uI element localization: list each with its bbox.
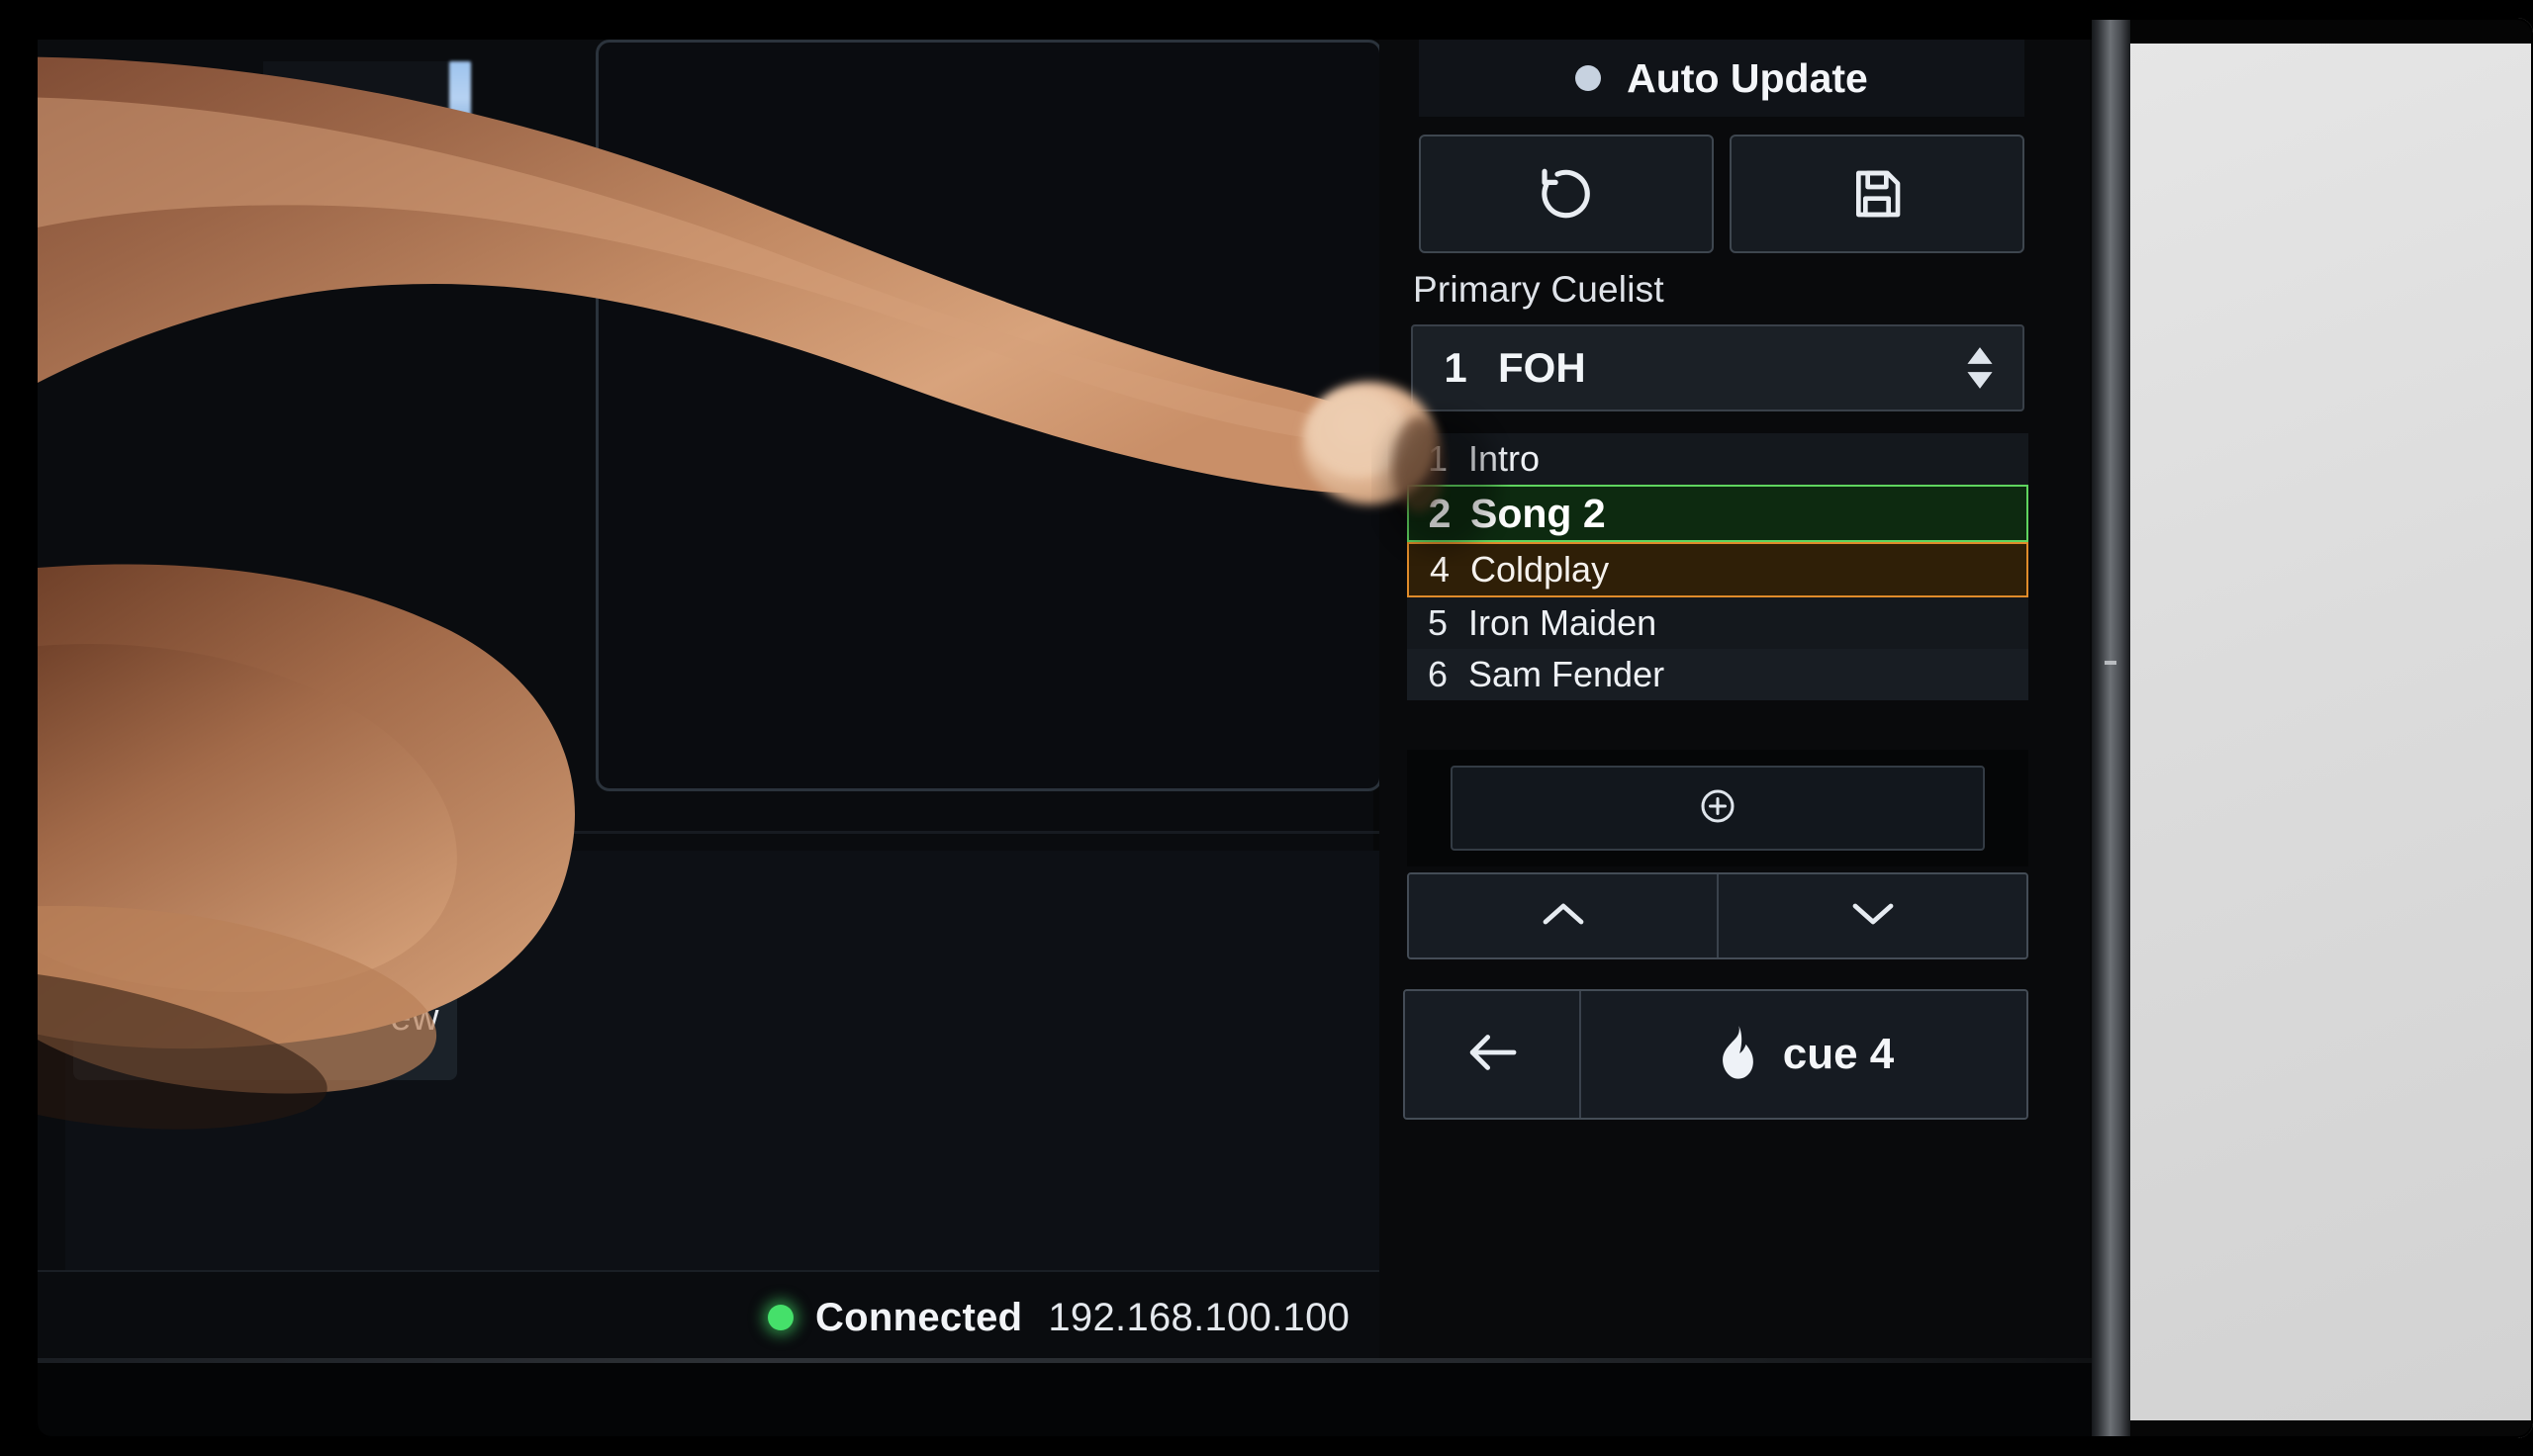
wall-top-shadow [2127,18,2533,44]
cue-number: 1 [1427,438,1449,479]
primary-cuelist-select[interactable]: 1 FOH [1411,324,2024,411]
cue-up-button[interactable] [1409,874,1717,957]
add-cue-area [1407,750,2028,866]
cue-row[interactable]: 1 Intro [1407,433,2028,485]
go-cue-label: cue 4 [1782,1030,1895,1078]
connection-status-label: Connected [815,1295,1023,1339]
save-button[interactable] [1730,135,2024,253]
cue-row[interactable]: 5 Iron Maiden [1407,597,2028,649]
cue-row[interactable]: 6 Sam Fender [1407,649,2028,700]
canvas-outline [596,40,1382,791]
reset-button[interactable] [1419,135,1714,253]
cue-number: 4 [1429,549,1451,590]
cue-number: 6 [1427,654,1449,694]
cue-name: Coldplay [1470,549,1610,590]
primary-cuelist-name: FOH [1498,344,1586,391]
arrow-left-icon [1463,1031,1521,1079]
primary-cuelist-number: 1 [1444,344,1467,391]
monitor-bezel [2089,18,2130,1438]
connection-status-dot [768,1305,794,1330]
cue-name: Intro [1468,438,1541,479]
up-down-stepper-icon[interactable] [1937,345,2022,391]
partial-view-button[interactable]: ew [73,969,457,1080]
auto-update-label: Auto Update [1627,54,1868,101]
cue-side-panel: Auto Update Primary Cuelist 1 FOH 1 Intr… [1379,40,2090,1363]
screen-area: ew Connected 192.168.100.100 Auto Update [36,18,2092,1438]
cue-nav-row [1407,872,2028,959]
screenshot-root: ew Connected 192.168.100.100 Auto Update [0,0,2533,1456]
cue-number: 5 [1427,602,1449,643]
cue-list: 1 Intro 2 Song 2 4 Coldplay 5 Iron Maide… [1407,433,2028,742]
plus-circle-icon [1698,786,1737,831]
cue-row[interactable]: 4 Coldplay [1407,542,2028,597]
bezel-notch [2105,661,2116,665]
go-cue-button[interactable]: cue 4 [1581,991,2026,1118]
screen-bottom-letterbox [36,1363,2092,1438]
cue-name: Sam Fender [1468,654,1665,694]
rotate-ccw-icon [1536,163,1597,225]
background-wall [2127,18,2533,1438]
floppy-disk-icon [1849,166,1905,222]
connection-ip-address: 192.168.100.100 [1048,1295,1351,1339]
partial-view-button-label: ew [390,997,439,1039]
left-workspace-pane: ew [36,40,1391,1363]
go-control-row: cue 4 [1403,989,2028,1120]
add-cue-button[interactable] [1451,766,1985,851]
cue-name: Song 2 [1470,490,1606,536]
status-bar: Connected 192.168.100.100 [36,1272,1381,1363]
cue-name: Iron Maiden [1468,602,1657,643]
canvas-divider [79,831,1385,834]
cue-down-button[interactable] [1717,874,2026,957]
back-button[interactable] [1405,991,1581,1118]
photo-scene: ew Connected 192.168.100.100 Auto Update [36,18,2533,1438]
blue-accent-bar [449,61,471,123]
chevron-down-icon [1849,897,1897,936]
top-dark-block-left [263,61,451,131]
cue-number: 2 [1428,490,1452,536]
filled-circle-icon [1575,65,1602,91]
action-button-row [1419,135,2024,253]
flame-icon [1714,1025,1761,1085]
auto-update-toggle[interactable]: Auto Update [1419,40,2024,117]
wall-bottom-shadow [2127,1420,2533,1438]
chevron-up-icon [1540,897,1587,936]
screen-top-letterbox [36,18,2092,40]
cuelist-section-label: Primary Cuelist [1413,269,1664,310]
cue-row[interactable]: 2 Song 2 [1407,485,2028,542]
